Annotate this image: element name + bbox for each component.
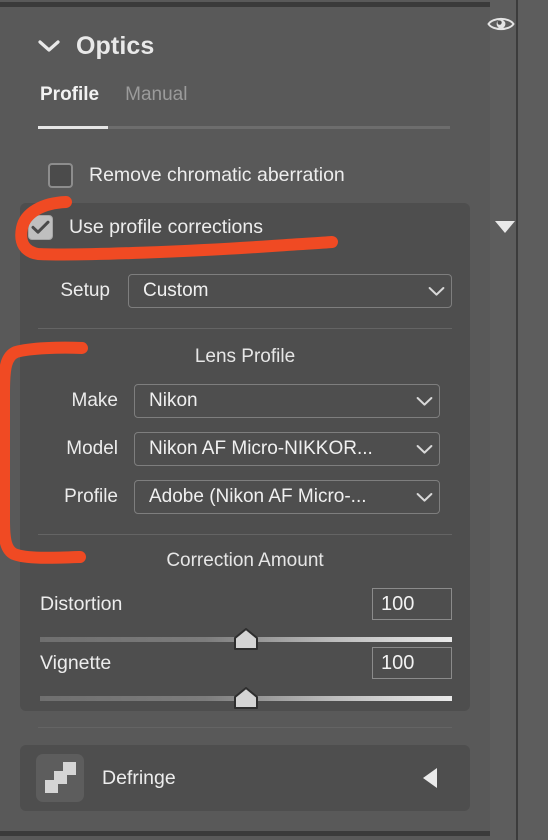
select-make[interactable]: Nikon (134, 384, 440, 418)
number-value-distortion: 100 (381, 592, 415, 615)
select-model-value: Nikon AF Micro-NIKKOR... (149, 438, 373, 459)
chevron-down-icon (421, 286, 451, 297)
slider-head-distortion: Distortion 100 (40, 588, 452, 620)
label-make: Make (71, 390, 118, 411)
defringe-square-3 (63, 762, 76, 775)
number-value-vignette: 100 (381, 651, 415, 674)
optics-section-header[interactable]: Optics (0, 22, 490, 70)
field-row-profile: Profile Adobe (Nikon AF Micro-... (42, 480, 452, 514)
tab-profile[interactable]: Profile (38, 84, 101, 106)
select-make-value: Nikon (149, 390, 198, 411)
number-input-distortion[interactable]: 100 (372, 588, 452, 620)
page-title: Optics (76, 31, 155, 60)
defringe-section-header[interactable]: Defringe (20, 745, 470, 811)
caption-lens-profile: Lens Profile (194, 346, 296, 367)
optics-tabs: Profile Manual (38, 79, 458, 111)
checkbox-row-use-profile-corrections[interactable]: Use profile corrections (28, 210, 448, 244)
label-distortion: Distortion (40, 592, 123, 615)
slider-thumb-vignette[interactable] (233, 687, 259, 709)
select-setup[interactable]: Custom (128, 274, 452, 308)
select-profile-value: Adobe (Nikon AF Micro-... (149, 486, 367, 507)
divider-above-defringe (38, 727, 452, 728)
checkbox-remove-chromatic-aberration[interactable] (48, 162, 73, 188)
checkbox-label-remove-chromatic-aberration: Remove chromatic aberration (89, 163, 345, 186)
checkbox-row-remove-chromatic-aberration[interactable]: Remove chromatic aberration (48, 158, 448, 192)
slider-head-vignette: Vignette 100 (40, 647, 452, 679)
caption-correction-amount: Correction Amount (166, 550, 324, 571)
slider-block-distortion: Distortion 100 (40, 588, 452, 650)
label-vignette: Vignette (40, 651, 112, 674)
tab-active-indicator (38, 126, 108, 129)
label-profile: Profile (64, 486, 118, 507)
slider-block-vignette: Vignette 100 (40, 647, 452, 709)
panel-gutter (490, 0, 516, 840)
triangle-down-icon[interactable] (492, 214, 518, 240)
select-setup-value: Custom (143, 280, 209, 301)
select-model[interactable]: Nikon AF Micro-NIKKOR... (134, 432, 440, 466)
select-profile[interactable]: Adobe (Nikon AF Micro-... (134, 480, 440, 514)
chevron-down-icon (409, 444, 439, 455)
checkbox-label-use-profile-corrections: Use profile corrections (69, 215, 263, 238)
field-row-model: Model Nikon AF Micro-NIKKOR... (42, 432, 452, 466)
field-row-setup: Setup Custom (42, 274, 452, 308)
checkbox-use-profile-corrections[interactable] (28, 214, 53, 240)
chevron-down-icon (409, 492, 439, 503)
chevron-down-icon (409, 396, 439, 407)
label-model: Model (66, 438, 118, 459)
tab-manual[interactable]: Manual (123, 84, 189, 106)
top-separator (0, 2, 490, 7)
slider-vignette[interactable] (40, 687, 452, 709)
eye-icon[interactable] (486, 9, 516, 39)
defringe-label: Defringe (102, 766, 176, 789)
label-setup: Setup (60, 280, 110, 301)
chevron-down-icon[interactable] (36, 33, 62, 59)
right-pane (518, 0, 548, 840)
lightroom-optics-panel-screenshot: Optics Profile Manual Remove chromatic a… (0, 0, 548, 840)
triangle-left-icon[interactable] (418, 766, 442, 790)
number-input-vignette[interactable]: 100 (372, 647, 452, 679)
field-row-make: Make Nikon (42, 384, 452, 418)
bottom-separator (0, 831, 490, 836)
divider-above-lens-profile (38, 328, 452, 329)
divider-above-correction-amount (38, 534, 452, 535)
defringe-steps-icon (36, 754, 84, 802)
